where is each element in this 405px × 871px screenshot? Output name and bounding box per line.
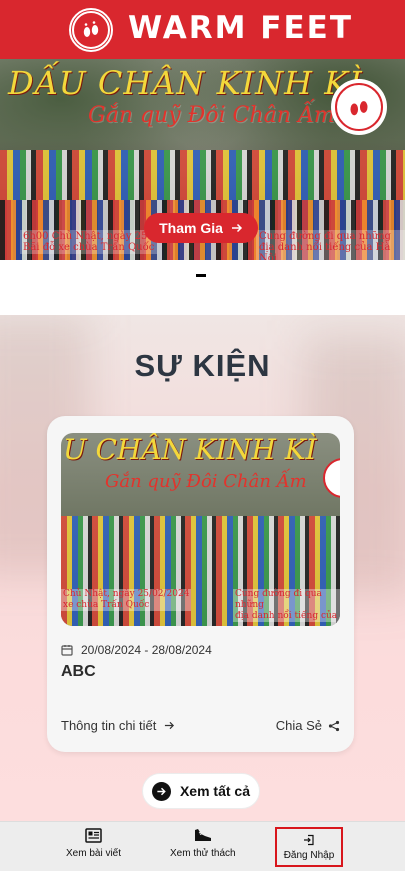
- calendar-icon: [61, 645, 73, 656]
- app-header: WARM FEET: [0, 0, 405, 59]
- hero-caption-right: Cung đường đi qua những địa danh nổi tiế…: [256, 230, 405, 260]
- hero-seal-logo: [331, 79, 387, 135]
- event-image-caption-left: Chủ Nhật, ngày 25/02/2024 xe chùa Trấn Q…: [61, 589, 192, 611]
- arrow-right-icon: [231, 223, 242, 233]
- events-section: SỰ KIỆN U CHÂN KINH KÌ Gắn quỹ Đôi Chân …: [0, 315, 405, 821]
- event-details-label: Thông tin chi tiết: [61, 718, 157, 733]
- brand-title: WARM FEET: [128, 10, 353, 46]
- event-image-caption-right: Cung đường đi qua những địa danh nổi tiế…: [233, 589, 340, 622]
- arrow-right-circle-icon: [151, 781, 171, 801]
- nav-item-articles[interactable]: Xem bài viết: [66, 828, 121, 859]
- nav-label-articles: Xem bài viết: [66, 848, 122, 859]
- event-image-title: U CHÂN KINH KÌ: [63, 433, 317, 466]
- hero-banner: DẤU CHÂN KINH KÌ Gắn quỹ Đôi Chân Ấm 6h0…: [0, 59, 405, 260]
- nav-label-login: Đăng Nhập: [283, 849, 335, 861]
- feet-icon: [350, 101, 368, 116]
- see-all-label: Xem tất cả: [179, 783, 251, 799]
- nav-item-challenges[interactable]: Xem thử thách: [170, 828, 236, 859]
- event-date-text: 20/08/2024 - 28/08/2024: [81, 643, 212, 657]
- join-button-label: Tham Gia: [159, 220, 223, 236]
- feet-icon: [83, 21, 99, 37]
- see-all-button[interactable]: Xem tất cả: [142, 773, 260, 809]
- event-name: ABC: [61, 663, 96, 680]
- shoe-icon: [194, 829, 211, 841]
- hero-title: DẤU CHÂN KINH KÌ: [8, 64, 363, 102]
- carousel-indicator[interactable]: [196, 274, 206, 277]
- share-icon: [328, 720, 340, 731]
- hero-caption-left: 6h00 Chủ Nhật, ngày 25 Bãi đỗ xe chùa Tr…: [20, 230, 158, 254]
- section-title: SỰ KIỆN: [134, 348, 271, 383]
- nav-item-login[interactable]: Đăng Nhập: [275, 827, 343, 867]
- nav-label-challenges: Xem thử thách: [170, 848, 236, 859]
- event-share-label: Chia Sẻ: [275, 718, 322, 733]
- event-share-button[interactable]: Chia Sẻ: [276, 718, 340, 733]
- event-image[interactable]: U CHÂN KINH KÌ Gắn quỹ Đôi Chân Ấm Chủ N…: [61, 433, 340, 626]
- login-icon: [304, 834, 314, 845]
- event-date: 20/08/2024 - 28/08/2024: [61, 643, 212, 657]
- event-image-subtitle: Gắn quỹ Đôi Chân Ấm: [105, 471, 307, 492]
- event-card[interactable]: U CHÂN KINH KÌ Gắn quỹ Đôi Chân Ấm Chủ N…: [47, 416, 354, 752]
- arrow-right-icon: [165, 721, 175, 730]
- article-icon: [85, 828, 102, 843]
- hero-subtitle: Gắn quỹ Đôi Chân Ấm: [88, 103, 335, 128]
- join-button[interactable]: Tham Gia: [144, 213, 258, 243]
- event-details-link[interactable]: Thông tin chi tiết: [61, 718, 175, 733]
- bottom-navigation: Xem bài viết Xem thử thách Đăng Nhập: [0, 821, 405, 871]
- brand-logo[interactable]: [69, 8, 113, 52]
- event-image-seal: [323, 458, 340, 498]
